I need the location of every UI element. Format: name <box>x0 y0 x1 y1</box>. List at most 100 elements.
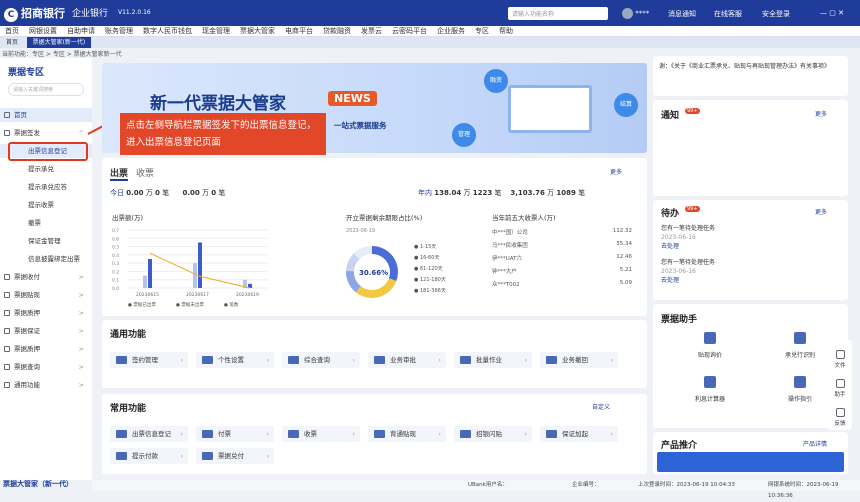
legend-label: ● 票据未出票 <box>176 301 204 308</box>
sidebar-item[interactable]: 票据质押 > <box>0 342 92 356</box>
sidebar-item[interactable]: 信息披露绑定出票 <box>0 252 92 266</box>
function-button[interactable]: 票据兑付 › <box>196 448 274 464</box>
function-icon <box>546 356 557 364</box>
nav-item[interactable]: 账务管理 <box>100 26 138 37</box>
todo-item[interactable]: 您有一笔待处理任务 2023-06-16 去处理 <box>661 224 715 251</box>
tab-home[interactable]: 首页 <box>0 37 24 48</box>
chevron-icon: > <box>78 363 84 371</box>
function-button[interactable]: 招银闪贴 › <box>454 426 532 442</box>
helper-tool[interactable]: 操作指引 <box>765 376 835 403</box>
sidebar-item[interactable]: 票据保证 > <box>0 324 92 338</box>
nav-item[interactable]: 数字人民币钱包 <box>138 26 197 37</box>
nav-item[interactable]: 现金管理 <box>197 26 235 37</box>
sidebar-item[interactable]: 首页 <box>0 108 92 122</box>
function-label: 批量作业 <box>476 356 502 364</box>
function-button[interactable]: 背通贴现 › <box>368 426 446 442</box>
nav-item[interactable]: 网银设置 <box>24 26 62 37</box>
notice-link[interactable]: 消息通知 <box>668 9 696 19</box>
tab-receive[interactable]: 收票 <box>136 166 154 179</box>
todo-more-link[interactable]: 更多 <box>815 207 827 216</box>
common-card: 通用功能 签约管理 › 个性设置 › 综合查询 › 业务审批 › 批量作业 › 业务撤回 › <box>102 320 647 388</box>
helper-tool[interactable]: 贴现询价 <box>675 332 745 359</box>
y-tick-label: 0.6 <box>112 236 119 242</box>
product-banner[interactable] <box>657 452 844 472</box>
payee-name: 马***民收集团 <box>492 243 528 249</box>
function-button[interactable]: 批量作业 › <box>454 352 532 368</box>
function-button[interactable]: 业务撤回 › <box>540 352 618 368</box>
nav-item[interactable]: 发票云 <box>356 26 387 37</box>
todo-action-link[interactable]: 去处理 <box>661 276 715 285</box>
sidebar-item[interactable]: 票据签发 ^ <box>0 126 92 140</box>
function-button[interactable]: 保证加起 › <box>540 426 618 442</box>
tab-issue[interactable]: 出票 <box>110 166 129 181</box>
function-label: 付票 <box>218 430 231 438</box>
todo-action-link[interactable]: 去处理 <box>661 242 715 251</box>
logout-link[interactable]: 安全登录 <box>762 9 790 19</box>
product-more-link[interactable]: 产品详情 <box>803 439 827 448</box>
customize-link[interactable]: 自定义 <box>592 402 610 411</box>
function-icon <box>374 430 385 438</box>
toolbar-label: 助手 <box>834 392 846 398</box>
bubble-settle: 结算 <box>614 93 638 117</box>
helper-tool[interactable]: 利息计算器 <box>675 376 745 403</box>
banner-title: 新一代票据大管家 <box>150 94 286 114</box>
nav-item[interactable]: 云密码平台 <box>387 26 432 37</box>
toolbar-item[interactable]: 文件 <box>828 350 852 369</box>
table-row: 中***国）公司 112.32 <box>492 228 632 241</box>
sidebar-item[interactable]: 票据贴现 > <box>0 288 92 302</box>
function-button[interactable]: 出票信息登记 › <box>110 426 188 442</box>
announcement[interactable]: 谢：《关于《商业汇票承兑、贴现与再贴现管理办法》有关事项》 <box>653 56 848 96</box>
avatar[interactable]: **** <box>622 8 649 19</box>
helper-tool-label: 贴现询价 <box>697 352 722 359</box>
bubble-manage: 管理 <box>452 123 476 147</box>
sidebar-item-label: 通用功能 <box>14 381 40 389</box>
sidebar-item[interactable]: 票据查询 > <box>0 360 92 374</box>
toolbar-label: 反馈 <box>834 421 846 427</box>
sidebar-item[interactable]: 票据质押 > <box>0 306 92 320</box>
sidebar-item[interactable]: 票据收付 > <box>0 270 92 284</box>
sidebar-bottom-label: 票据大管家（新一代） <box>3 480 73 488</box>
sidebar-item[interactable]: 提示承兑应答 <box>0 180 92 194</box>
nav-item[interactable]: 自助申请 <box>62 26 100 37</box>
nav-item[interactable]: 企业服务 <box>432 26 470 37</box>
nav-item[interactable]: 帮助 <box>494 26 518 37</box>
y-tick-label: 0.1 <box>112 278 119 284</box>
menu-icon <box>4 130 10 136</box>
nav-item[interactable]: 专区 <box>470 26 494 37</box>
toolbar-item[interactable]: 助手 <box>828 379 852 398</box>
function-label: 招银闪贴 <box>476 430 502 438</box>
function-button[interactable]: 签约管理 › <box>110 352 188 368</box>
tab-bill-manager[interactable]: 票据大管家(新一代) <box>26 37 92 48</box>
nav-item[interactable]: 贷款融资 <box>318 26 356 37</box>
function-button[interactable]: 提示付款 › <box>110 448 188 464</box>
service-link[interactable]: 在线客服 <box>714 9 742 19</box>
sidebar-item[interactable]: 保证金管理 <box>0 234 92 248</box>
function-label: 个性设置 <box>218 356 244 364</box>
highlight-box <box>8 142 88 161</box>
function-button[interactable]: 业务审批 › <box>368 352 446 368</box>
nav-item[interactable]: 票据大管家 <box>235 26 280 37</box>
notice-more-link[interactable]: 更多 <box>815 109 827 118</box>
function-icon <box>460 430 471 438</box>
nav-item[interactable]: 首页 <box>0 26 24 37</box>
helper-tool[interactable]: 承兑行识别 <box>765 332 835 359</box>
nav-item[interactable]: 电商平台 <box>280 26 318 37</box>
function-button[interactable]: 个性设置 › <box>196 352 274 368</box>
sidebar-item[interactable]: 通用功能 > <box>0 378 92 392</box>
y-tick-label: 0.5 <box>112 245 119 251</box>
sidebar-search-input[interactable]: 请输入关键词搜索 <box>8 83 84 96</box>
sidebar-item[interactable]: 提示承兑 <box>0 162 92 176</box>
sidebar-item[interactable]: 撤票 <box>0 216 92 230</box>
function-button[interactable]: 付票 › <box>196 426 274 442</box>
function-label: 业务撤回 <box>562 356 588 364</box>
function-button[interactable]: 综合查询 › <box>282 352 360 368</box>
donut-center-value: 30.66% <box>359 269 388 277</box>
window-controls[interactable]: — ▢ ✕ <box>820 9 844 17</box>
function-search-input[interactable]: 请输入功能名称 <box>508 7 608 20</box>
function-button[interactable]: 收票 › <box>282 426 360 442</box>
bill-more-link[interactable]: 更多 <box>610 167 622 176</box>
chart-title: 开立票据剩余期限占比(%) <box>346 213 422 222</box>
todo-item[interactable]: 您有一笔待处理任务 2023-06-16 去处理 <box>661 258 715 285</box>
toolbar-item[interactable]: 反馈 <box>828 408 852 427</box>
sidebar-item[interactable]: 提示收票 <box>0 198 92 212</box>
